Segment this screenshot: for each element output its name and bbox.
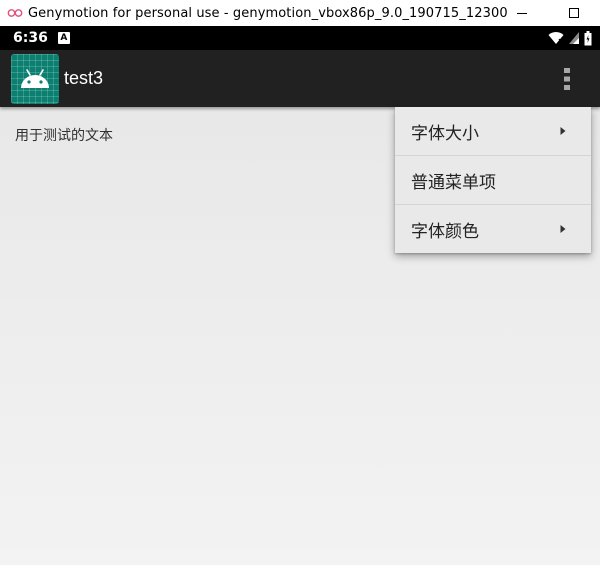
- app-launcher-icon: [11, 53, 59, 104]
- sample-text: 用于测试的文本: [15, 128, 113, 144]
- window-title: Genymotion for personal use - genymotion…: [28, 5, 508, 21]
- overflow-menu-button[interactable]: [552, 64, 582, 94]
- minimize-button[interactable]: [496, 0, 548, 26]
- android-robot-icon: [21, 68, 49, 88]
- submenu-arrow-icon: [560, 225, 566, 233]
- battery-icon: [584, 30, 592, 45]
- more-vert-icon: [564, 68, 570, 90]
- menu-item-label: 字体大小: [411, 123, 479, 144]
- window-titlebar: Genymotion for personal use - genymotion…: [0, 0, 600, 26]
- wifi-icon: [548, 32, 564, 45]
- options-popup-menu: 字体大小 普通菜单项 字体颜色: [395, 107, 591, 253]
- menu-item-label: 字体颜色: [411, 221, 479, 242]
- cell-signal-icon: [569, 32, 579, 44]
- menu-item-font-size[interactable]: 字体大小: [395, 107, 591, 155]
- maximize-icon: [569, 8, 579, 18]
- menu-item-font-color[interactable]: 字体颜色: [395, 205, 591, 253]
- app-title: test3: [64, 68, 104, 88]
- app-toolbar: test3: [0, 50, 600, 107]
- minimize-icon: [517, 13, 527, 14]
- maximize-button[interactable]: [548, 0, 600, 26]
- genymotion-logo-icon: [4, 0, 26, 26]
- notification-a-icon: A: [57, 32, 70, 44]
- status-time: 6:36: [13, 30, 48, 46]
- android-status-bar: 6:36 A: [0, 26, 600, 50]
- emulator-window: Genymotion for personal use - genymotion…: [0, 0, 600, 565]
- submenu-arrow-icon: [560, 127, 566, 135]
- menu-item-label: 普通菜单项: [411, 172, 496, 193]
- menu-item-normal[interactable]: 普通菜单项: [395, 156, 591, 204]
